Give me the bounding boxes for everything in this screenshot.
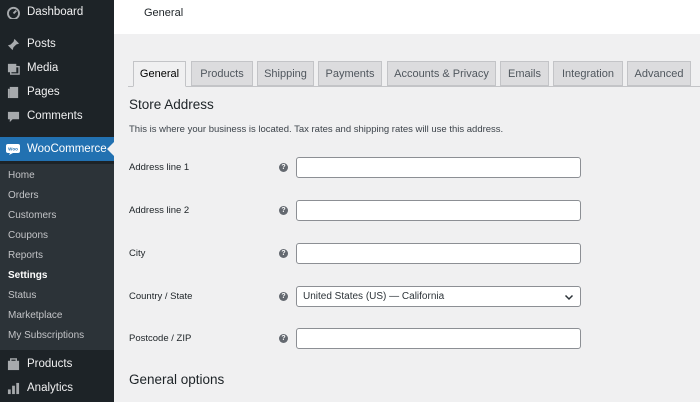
sidebar-item-label: WooCommerce: [27, 143, 107, 155]
tab-accounts-privacy[interactable]: Accounts & Privacy: [387, 61, 496, 86]
tab-products[interactable]: Products: [191, 61, 253, 86]
tab-advanced[interactable]: Advanced: [627, 61, 691, 86]
chevron-down-icon: [564, 294, 574, 301]
submenu-item-status[interactable]: Status: [8, 288, 36, 304]
address-line-1-label: Address line 1: [129, 162, 190, 173]
sidebar-item-analytics[interactable]: Analytics: [0, 376, 114, 400]
media-icon: [6, 61, 20, 75]
svg-text:Woo: Woo: [8, 146, 18, 151]
analytics-icon: [6, 381, 20, 395]
sidebar-item-label: Posts: [27, 38, 56, 50]
active-menu-arrow: [107, 142, 114, 156]
help-icon[interactable]: ?: [279, 206, 288, 215]
sidebar-item-label: Comments: [27, 110, 83, 122]
sidebar-item-label: Media: [27, 62, 59, 74]
address-line-2-field[interactable]: [296, 200, 581, 221]
sidebar-item-label: Pages: [27, 86, 60, 98]
country-state-label: Country / State: [129, 291, 193, 302]
submenu-item-home[interactable]: Home: [8, 168, 35, 184]
page-header: General: [114, 0, 700, 34]
woocommerce-icon: Woo: [6, 142, 20, 156]
sidebar-item-dashboard[interactable]: Dashboard: [0, 0, 114, 24]
store-address-heading: Store Address: [129, 97, 214, 112]
submenu-item-coupons[interactable]: Coupons: [8, 228, 48, 244]
submenu-item-customers[interactable]: Customers: [8, 208, 56, 224]
sidebar-item-comments[interactable]: Comments: [0, 104, 114, 128]
woocommerce-submenu: Home Orders Customers Coupons Reports Se…: [0, 164, 114, 350]
sidebar-item-label: Analytics: [27, 382, 74, 394]
postcode-zip-field[interactable]: [296, 328, 581, 349]
comment-icon: [6, 109, 20, 123]
help-icon[interactable]: ?: [279, 249, 288, 258]
tab-shipping[interactable]: Shipping: [257, 61, 314, 86]
dashboard-icon: [6, 5, 20, 19]
city-label: City: [129, 248, 146, 259]
sidebar-item-products[interactable]: Products: [0, 352, 114, 376]
country-state-value: United States (US) — California: [303, 291, 445, 302]
pages-icon: [6, 85, 20, 99]
address-line-1-field[interactable]: [296, 157, 581, 178]
tab-general[interactable]: General: [133, 61, 186, 87]
sidebar-item-pages[interactable]: Pages: [0, 80, 114, 104]
sidebar-item-label: Products: [27, 358, 73, 370]
address-line-2-label: Address line 2: [129, 205, 190, 216]
help-icon[interactable]: ?: [279, 292, 288, 301]
tab-emails[interactable]: Emails: [500, 61, 549, 86]
postcode-zip-label: Postcode / ZIP: [129, 333, 192, 344]
page-title: General: [144, 7, 184, 19]
submenu-item-reports[interactable]: Reports: [8, 248, 43, 264]
tab-payments[interactable]: Payments: [318, 61, 382, 86]
general-options-heading: General options: [129, 372, 225, 387]
store-address-description: This is where your business is located. …: [129, 124, 504, 135]
sidebar-item-posts[interactable]: Posts: [0, 32, 114, 56]
help-icon[interactable]: ?: [279, 334, 288, 343]
submenu-item-my-subscriptions[interactable]: My Subscriptions: [8, 328, 84, 344]
submenu-item-marketplace[interactable]: Marketplace: [8, 308, 62, 324]
help-icon[interactable]: ?: [279, 163, 288, 172]
pin-icon: [6, 37, 20, 51]
country-state-select[interactable]: United States (US) — California: [296, 286, 581, 307]
city-field[interactable]: [296, 243, 581, 264]
products-icon: [6, 357, 20, 371]
sidebar-item-media[interactable]: Media: [0, 56, 114, 80]
submenu-item-orders[interactable]: Orders: [8, 188, 39, 204]
admin-sidebar: Dashboard Posts Media Pages Comments Woo…: [0, 0, 114, 402]
sidebar-item-label: Dashboard: [27, 6, 84, 18]
tab-divider: [128, 86, 700, 87]
tab-integration[interactable]: Integration: [553, 61, 623, 86]
submenu-item-settings[interactable]: Settings: [8, 268, 47, 284]
sidebar-item-woocommerce[interactable]: Woo WooCommerce: [0, 137, 114, 161]
